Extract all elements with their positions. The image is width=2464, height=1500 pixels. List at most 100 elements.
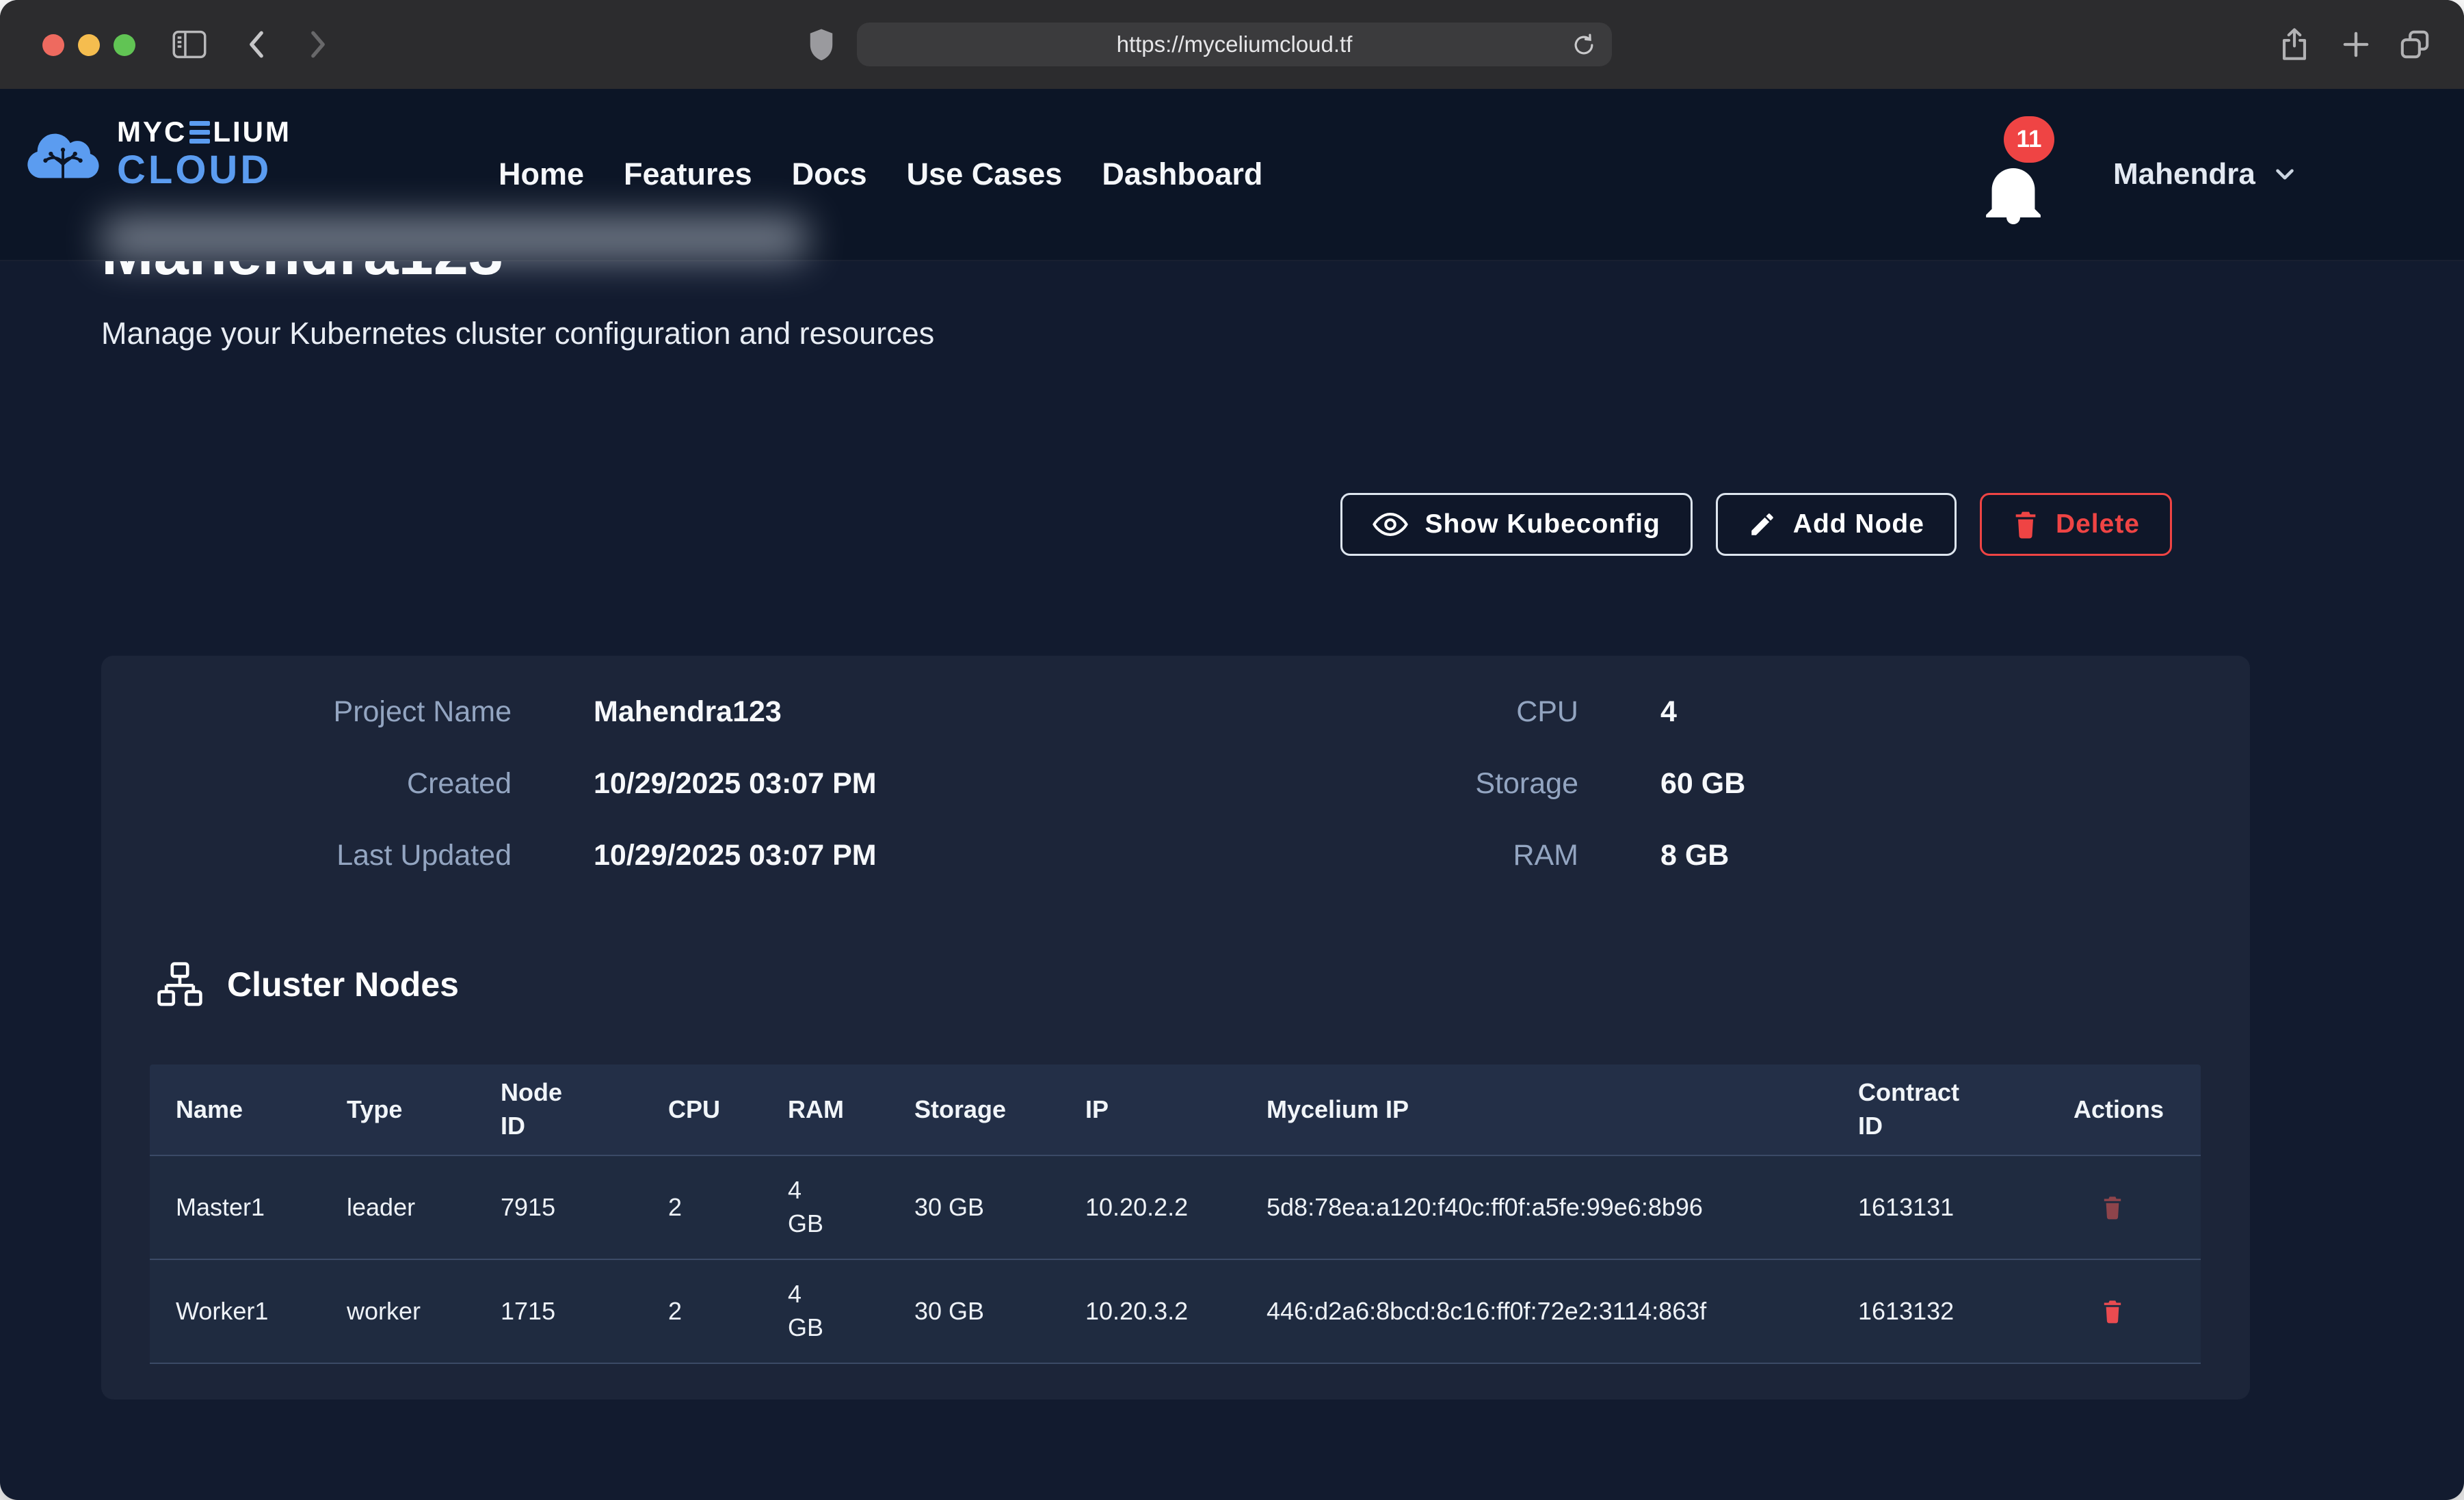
- col-header-cpu: CPU: [642, 1093, 762, 1127]
- cell-ip: 10.20.2.2: [1059, 1191, 1241, 1224]
- cell-node-id: 7915: [475, 1191, 642, 1224]
- cell-cpu: 2: [642, 1295, 762, 1328]
- delete-node-button[interactable]: [2101, 1194, 2124, 1221]
- forward-icon[interactable]: [295, 22, 341, 67]
- cell-type: worker: [321, 1295, 475, 1328]
- col-header-contract-id: Contract ID: [1832, 1076, 2048, 1142]
- ram-value: 8 GB: [1660, 839, 2016, 872]
- cell-contract-id: 1613132: [1832, 1295, 2048, 1328]
- cell-storage: 30 GB: [888, 1191, 1059, 1224]
- ram-label: RAM: [1387, 839, 1578, 872]
- col-header-name: Name: [150, 1093, 321, 1127]
- storage-value: 60 GB: [1660, 767, 2016, 801]
- logo-text: MYCLIUM CLOUD: [117, 118, 291, 190]
- trash-icon: [2101, 1194, 2124, 1221]
- cluster-nodes-heading: Cluster Nodes: [227, 965, 459, 1004]
- delete-label: Delete: [2056, 509, 2140, 539]
- logo-e-glyph: [189, 121, 210, 144]
- tab-overview-icon[interactable]: [2392, 22, 2437, 67]
- project-name-value: Mahendra123: [594, 695, 1305, 729]
- cell-cpu: 2: [642, 1191, 762, 1224]
- pencil-icon: [1748, 510, 1777, 539]
- col-header-storage: Storage: [888, 1093, 1059, 1127]
- nav-item-use-cases[interactable]: Use Cases: [907, 157, 1063, 192]
- screenshot-stage: https://myceliumcloud.tf: [0, 0, 2464, 1500]
- browser-window: https://myceliumcloud.tf: [0, 0, 2464, 1500]
- chevron-down-icon: [2270, 160, 2299, 189]
- nav-item-home[interactable]: Home: [499, 157, 584, 192]
- table-header-row: Name Type Node ID CPU RAM Storage IP Myc…: [150, 1064, 2201, 1155]
- created-value: 10/29/2025 03:07 PM: [594, 767, 1305, 801]
- minimize-window-button[interactable]: [78, 34, 100, 56]
- close-window-button[interactable]: [42, 34, 64, 56]
- cluster-details-grid: Project Name Mahendra123 CPU 4 Created 1…: [101, 676, 2250, 892]
- privacy-shield-icon[interactable]: [799, 22, 844, 67]
- show-kubeconfig-button[interactable]: Show Kubeconfig: [1340, 493, 1692, 556]
- cell-mycelium-ip: 5d8:78ea:a120:f40c:ff0f:a5fe:99e6:8b96: [1241, 1191, 1832, 1224]
- show-kubeconfig-label: Show Kubeconfig: [1425, 509, 1660, 539]
- notifications-button[interactable]: 11: [1976, 129, 2079, 231]
- zoom-window-button[interactable]: [114, 34, 135, 56]
- cluster-nodes-header: Cluster Nodes: [157, 962, 459, 1007]
- col-header-ip: IP: [1059, 1093, 1241, 1127]
- logo[interactable]: MYCLIUM CLOUD: [24, 118, 291, 190]
- back-icon[interactable]: [234, 22, 279, 67]
- last-updated-label: Last Updated: [101, 839, 512, 872]
- col-header-ram: RAM: [762, 1093, 888, 1127]
- created-label: Created: [101, 767, 512, 801]
- logo-line2: CLOUD: [117, 150, 291, 190]
- cell-name: Master1: [150, 1191, 321, 1224]
- cell-actions: [2048, 1194, 2201, 1221]
- cell-contract-id: 1613131: [1832, 1191, 2048, 1224]
- delete-cluster-button[interactable]: Delete: [1980, 493, 2172, 556]
- trash-icon: [2012, 509, 2039, 539]
- cell-mycelium-ip: 446:d2a6:8bcd:8c16:ff0f:72e2:3114:863f: [1241, 1295, 1832, 1328]
- cell-actions: [2048, 1298, 2201, 1325]
- sitemap-icon: [157, 962, 202, 1007]
- sidebar-toggle-icon[interactable]: [167, 22, 212, 67]
- cell-ram: 4 GB: [762, 1278, 888, 1344]
- cpu-label: CPU: [1387, 695, 1578, 729]
- col-header-node-id: Node ID: [475, 1076, 642, 1142]
- mycelium-cloud-logo-icon: [24, 121, 105, 187]
- cell-storage: 30 GB: [888, 1295, 1059, 1328]
- col-header-actions: Actions: [2048, 1093, 2201, 1127]
- bell-icon: [1982, 159, 2045, 227]
- share-icon[interactable]: [2272, 22, 2317, 67]
- last-updated-value: 10/29/2025 03:07 PM: [594, 839, 1305, 872]
- table-row-worker1: Worker1 worker 1715 2 4 GB 30 GB 10.20.3…: [150, 1259, 2201, 1364]
- col-header-type: Type: [321, 1093, 475, 1127]
- cluster-actions-row: Show Kubeconfig Add Node Delete: [0, 493, 2172, 556]
- project-name-label: Project Name: [101, 695, 512, 729]
- url-bar[interactable]: https://myceliumcloud.tf: [857, 23, 1612, 66]
- cell-type: leader: [321, 1191, 475, 1224]
- eye-icon: [1373, 511, 1408, 538]
- page-subtitle: Manage your Kubernetes cluster configura…: [101, 316, 934, 351]
- user-menu[interactable]: Mahendra: [2113, 89, 2299, 260]
- cell-ram: 4 GB: [762, 1174, 888, 1240]
- cluster-detail-card: Project Name Mahendra123 CPU 4 Created 1…: [101, 656, 2250, 1399]
- url-text: https://myceliumcloud.tf: [1117, 31, 1353, 57]
- cell-name: Worker1: [150, 1295, 321, 1328]
- refresh-icon[interactable]: [1571, 32, 1597, 58]
- nav-item-docs[interactable]: Docs: [792, 157, 867, 192]
- nav-item-dashboard[interactable]: Dashboard: [1102, 157, 1262, 192]
- cpu-value: 4: [1660, 695, 2016, 729]
- new-tab-icon[interactable]: [2333, 22, 2379, 67]
- table-row-master1: Master1 leader 7915 2 4 GB 30 GB 10.20.2…: [150, 1155, 2201, 1259]
- cell-ip: 10.20.3.2: [1059, 1295, 1241, 1328]
- delete-node-button[interactable]: [2101, 1298, 2124, 1325]
- site-navbar: MYCLIUM CLOUD Home Features Docs Use Cas…: [0, 89, 2464, 261]
- cluster-nodes-table: Name Type Node ID CPU RAM Storage IP Myc…: [150, 1064, 2201, 1364]
- add-node-label: Add Node: [1793, 509, 1924, 539]
- nav-item-features[interactable]: Features: [624, 157, 752, 192]
- nav-links: Home Features Docs Use Cases Dashboard: [499, 89, 1262, 260]
- storage-label: Storage: [1387, 767, 1578, 801]
- trash-icon: [2101, 1298, 2124, 1325]
- cell-node-id: 1715: [475, 1295, 642, 1328]
- notification-count-badge: 11: [2004, 116, 2054, 163]
- browser-toolbar: https://myceliumcloud.tf: [0, 0, 2464, 90]
- col-header-mycelium-ip: Mycelium IP: [1241, 1093, 1832, 1127]
- add-node-button[interactable]: Add Node: [1716, 493, 1957, 556]
- logo-line1: MYCLIUM: [117, 118, 291, 146]
